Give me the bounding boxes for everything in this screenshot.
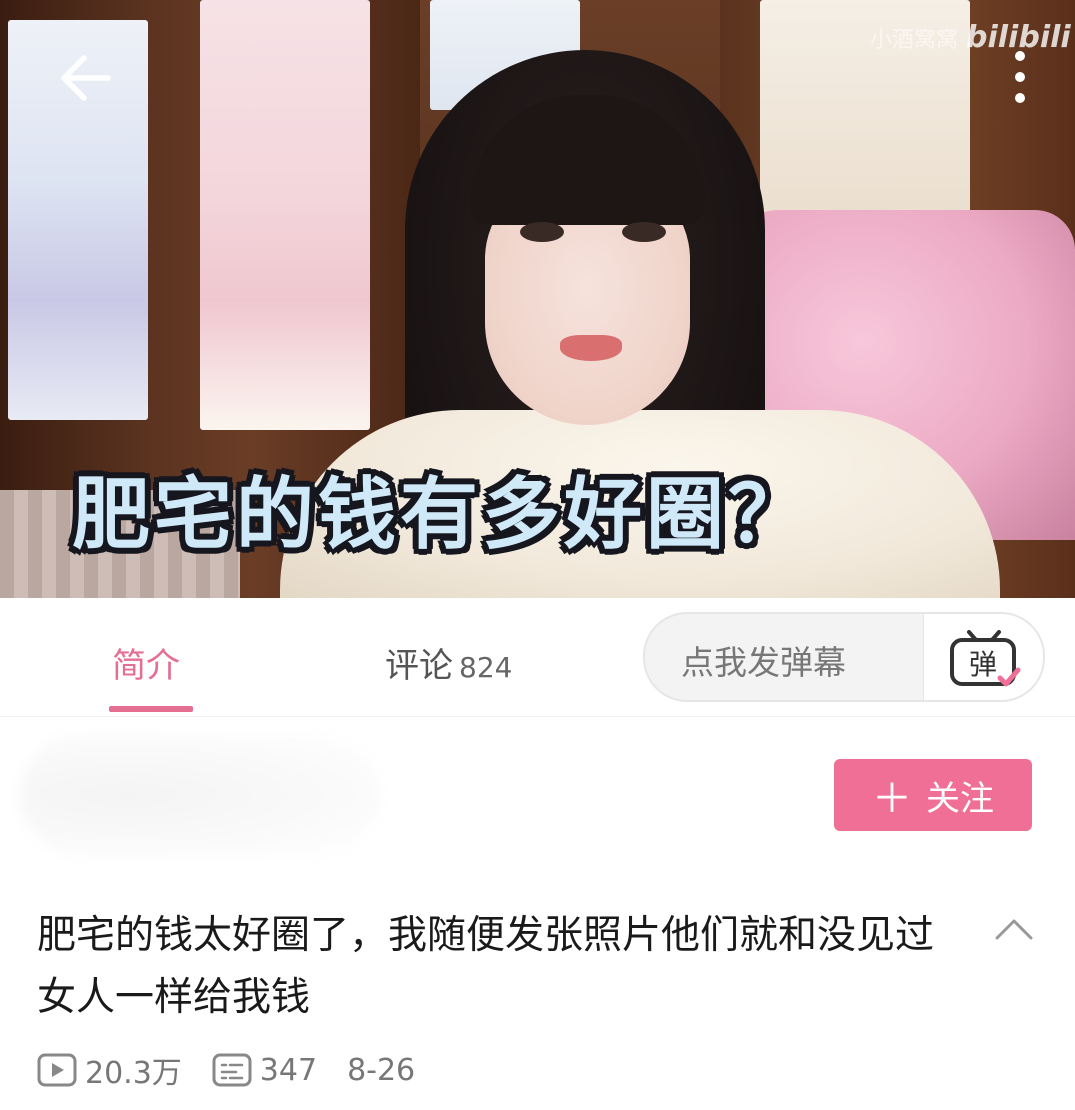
danmaku-input[interactable]: 点我发弹幕	[681, 636, 846, 684]
danmaku-count-icon	[212, 1053, 252, 1087]
watermark: 小酒窝窝 bilibili	[870, 20, 1071, 55]
danmaku-tv-icon: 弹	[950, 630, 1021, 687]
tab-intro[interactable]: 简介	[112, 638, 180, 687]
plus-icon: ＋	[872, 776, 912, 822]
wall-poster	[200, 0, 370, 430]
person-eye	[622, 222, 666, 242]
follow-button[interactable]: ＋ 关注	[834, 759, 1032, 831]
uploader-info-blurred	[20, 735, 380, 855]
watermark-user: 小酒窝窝	[870, 28, 959, 53]
danmaku-toggle-button[interactable]: 弹	[923, 614, 1043, 700]
danmaku-bar: 点我发弹幕 弹	[643, 612, 1045, 702]
tab-bar: 简介 评论 824 点我发弹幕 弹	[0, 598, 1075, 717]
view-count-stat: 20.3万	[37, 1048, 182, 1092]
tab-active-indicator	[109, 706, 193, 712]
person-eye	[520, 222, 564, 242]
person-lips	[560, 335, 622, 361]
video-caption: 肥宅的钱有多好圈？	[72, 470, 811, 560]
publish-date-stat: 8-26	[347, 1053, 415, 1088]
back-button[interactable]	[56, 52, 116, 104]
video-title: 肥宅的钱太好圈了，我随便发张照片他们就和没见过女人一样给我钱	[37, 913, 935, 1020]
tab-comments[interactable]: 评论 824	[385, 638, 512, 687]
collapse-description-button[interactable]	[994, 916, 1034, 942]
video-player[interactable]: 肥宅的钱有多好圈？ 小酒窝窝 bilibili	[0, 0, 1075, 598]
danmaku-count-stat: 347	[212, 1053, 317, 1088]
chevron-up-icon	[995, 919, 1033, 940]
view-count: 20.3万	[85, 1056, 182, 1091]
danmaku-count: 347	[259, 1052, 318, 1088]
more-button[interactable]	[1003, 46, 1037, 108]
video-stats: 20.3万 347 8-26	[37, 1048, 445, 1092]
publish-date: 8-26	[347, 1052, 416, 1088]
more-vertical-icon	[1015, 51, 1025, 103]
tab-intro-label: 简介	[112, 646, 180, 686]
svg-text:弹: 弹	[969, 648, 997, 681]
tab-comments-label: 评论	[385, 646, 453, 686]
follow-label: 关注	[926, 778, 994, 819]
back-arrow-icon	[61, 55, 111, 101]
play-count-icon	[37, 1053, 77, 1087]
comments-count: 824	[459, 651, 513, 684]
